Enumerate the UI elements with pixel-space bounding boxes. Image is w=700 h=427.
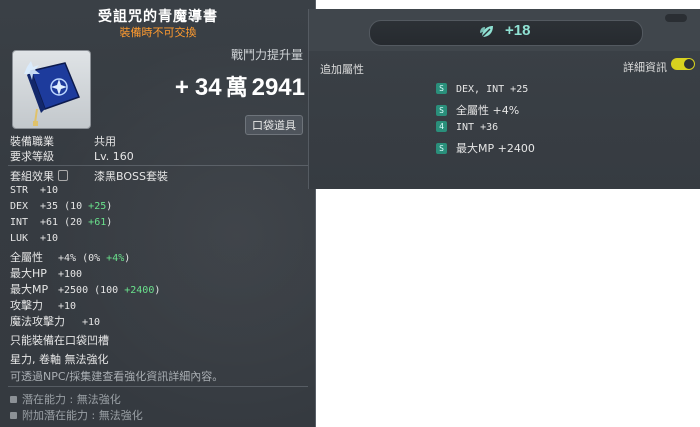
stat-magic-attack: 魔法攻擊力 +10 bbox=[10, 315, 101, 328]
tier-badge-icon: S bbox=[436, 83, 447, 94]
enhance-note: 星力, 卷軸 無法強化 bbox=[10, 353, 109, 366]
stat-maxmp: 最大MP +2500 (100 +2400) bbox=[10, 283, 161, 296]
power-wan: 萬 bbox=[225, 75, 248, 100]
panel-header: +18 bbox=[309, 9, 700, 51]
set-effect-label: 套組效果 bbox=[10, 170, 54, 183]
star-value: +18 bbox=[505, 22, 531, 39]
power-part2: 2941 bbox=[251, 74, 305, 101]
pocket-slot-note: 只能裝備在口袋凹槽 bbox=[10, 334, 109, 347]
power-value: +34 萬 2941 bbox=[175, 70, 305, 102]
stat-attack: 攻擊力 +10 bbox=[10, 299, 77, 312]
set-effect[interactable]: 套組效果 漆黑BOSS套裝 bbox=[10, 168, 168, 184]
item-icon-frame bbox=[12, 50, 91, 129]
stat-str: STR +10 bbox=[10, 185, 59, 196]
stat-dex: DEX +35 (10 +25) bbox=[10, 201, 113, 212]
stat-maxhp: 最大HP +100 bbox=[10, 267, 83, 280]
req-job-value: 共用 bbox=[94, 135, 116, 148]
req-job-label: 裝備職業 bbox=[10, 135, 54, 148]
req-level-value: Lv. 160 bbox=[94, 150, 134, 163]
potential-dot-icon bbox=[10, 396, 17, 403]
tier-badge-icon: S bbox=[436, 105, 447, 116]
header-slider bbox=[665, 14, 687, 22]
tier-badge-icon: 4 bbox=[436, 121, 447, 132]
toggle-knob bbox=[684, 59, 694, 69]
power-plus: + bbox=[174, 74, 189, 101]
stat-all: 全屬性 +4% (0% +4%) bbox=[10, 251, 131, 264]
grimoire-icon bbox=[24, 61, 80, 126]
stat-luk: LUK +10 bbox=[10, 233, 59, 244]
item-title: 受詛咒的青魔導書 bbox=[98, 9, 218, 25]
set-name: 漆黑BOSS套裝 bbox=[94, 170, 168, 183]
stat-int: INT +61 (20 +61) bbox=[10, 217, 113, 228]
detail-info-label: 詳細資訊 bbox=[623, 61, 667, 74]
req-job: 裝備職業 共用 bbox=[10, 133, 116, 149]
additional-stats-label: 追加屬性 bbox=[320, 63, 364, 76]
pocket-item-badge: 口袋道具 bbox=[245, 115, 303, 135]
divider bbox=[8, 386, 308, 387]
add-row-int: 4 INT +36 bbox=[436, 121, 498, 133]
power-part1: 34 bbox=[194, 74, 222, 101]
leaf-icon bbox=[480, 26, 493, 38]
add-row-max-mp: S 最大MP +2400 bbox=[436, 140, 535, 156]
lock-icon bbox=[58, 170, 68, 181]
req-level-label: 要求等級 bbox=[10, 150, 54, 163]
req-level: 要求等級 Lv. 160 bbox=[10, 148, 134, 164]
additional-potential-dot-icon bbox=[10, 412, 17, 419]
item-trade-note: 裝備時不可交換 bbox=[119, 26, 197, 39]
tier-badge-icon: S bbox=[436, 143, 447, 154]
power-label: 戰鬥力提升量 bbox=[230, 48, 303, 62]
add-row-dex-int: S DEX, INT +25 bbox=[436, 83, 528, 95]
npc-info-note: 可透過NPC/採集建查看強化資訊詳細內容。 bbox=[10, 370, 224, 383]
additional-stats-panel: +18 追加屬性 詳細資訊 S DEX, INT +25 S 全屬性 +4% 4 IN… bbox=[308, 9, 700, 189]
add-row-all-stat: S 全屬性 +4% bbox=[436, 102, 519, 118]
detail-info-toggle[interactable] bbox=[671, 58, 695, 70]
potential-line: 潛在能力 : 無法強化 bbox=[10, 391, 121, 407]
item-tooltip: 受詛咒的青魔導書 裝備時不可交換 戰鬥力提升量 +34 萬 2941 口袋道具 裝備… bbox=[0, 0, 316, 427]
divider bbox=[8, 165, 308, 166]
additional-potential-line: 附加潛在能力 : 無法強化 bbox=[10, 407, 143, 423]
